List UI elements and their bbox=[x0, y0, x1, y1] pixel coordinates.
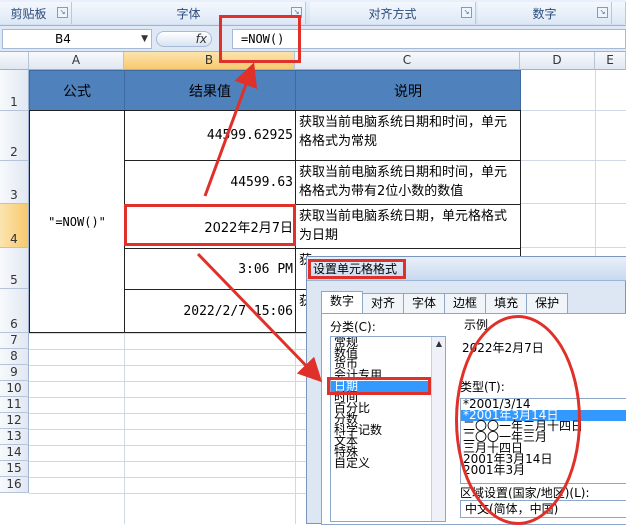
tab-number[interactable]: 数字 bbox=[321, 291, 364, 313]
row-header-5[interactable]: 5 bbox=[0, 248, 29, 289]
group-label: 剪贴板 bbox=[10, 6, 47, 21]
header-cell-result[interactable]: 结果值 bbox=[124, 70, 296, 111]
row-header-13[interactable]: 13 bbox=[0, 429, 29, 445]
row-header-3[interactable]: 3 bbox=[0, 161, 29, 204]
description-cell-row4[interactable]: 获取当前电脑系统日期，单元格格式为日期 bbox=[295, 204, 521, 249]
result-cell-row5[interactable]: 3:06 PM bbox=[124, 248, 296, 290]
ribbon-group-alignment[interactable]: 对齐方式 ↘ bbox=[310, 2, 476, 24]
fx-icon: fx bbox=[195, 32, 207, 46]
tab-protection[interactable]: 保护 bbox=[526, 293, 569, 313]
column-header-d[interactable]: D bbox=[520, 52, 595, 70]
row-header-8[interactable]: 8 bbox=[0, 349, 29, 365]
annotation-ellipse-types bbox=[455, 315, 581, 525]
format-cells-dialog: 设置单元格格式 数字 对齐 字体 边框 填充 保护 分类(C): 常规 数值 货… bbox=[306, 256, 626, 525]
row-header-15[interactable]: 15 bbox=[0, 461, 29, 477]
ribbon-group-clipboard[interactable]: 剪贴板 ↘ bbox=[0, 2, 72, 24]
result-cell-row2[interactable]: 44599.62925 bbox=[124, 110, 296, 161]
select-all-corner[interactable] bbox=[0, 52, 29, 70]
result-cell-row6[interactable]: 2022/2/7 15:06 bbox=[124, 289, 296, 333]
row-header-10[interactable]: 10 bbox=[0, 381, 29, 397]
result-cell-row3[interactable]: 44599.63 bbox=[124, 160, 296, 205]
tab-font[interactable]: 字体 bbox=[403, 293, 446, 313]
dialog-tab-strip: 数字 对齐 字体 边框 填充 保护 bbox=[321, 291, 569, 313]
dialog-launcher-icon[interactable]: ↘ bbox=[461, 7, 472, 18]
annotation-box-category bbox=[327, 377, 431, 395]
formula-bar: B4 ▼ fx =NOW() bbox=[0, 26, 626, 52]
name-box[interactable]: B4 ▼ bbox=[2, 29, 152, 49]
column-header-c[interactable]: C bbox=[295, 52, 520, 70]
group-label: 数字 bbox=[532, 6, 557, 21]
row-header-14[interactable]: 14 bbox=[0, 445, 29, 461]
tab-border[interactable]: 边框 bbox=[444, 293, 487, 313]
header-cell-formula[interactable]: 公式 bbox=[29, 70, 125, 111]
annotation-box-formula bbox=[219, 15, 301, 63]
name-box-value: B4 bbox=[55, 32, 71, 46]
category-list[interactable]: 常规 数值 货币 会计专用 日期 时间 百分比 分数 科学记数 文本 特殊 自定… bbox=[330, 336, 446, 522]
insert-function-button[interactable]: fx bbox=[156, 31, 212, 47]
tab-fill[interactable]: 填充 bbox=[485, 293, 528, 313]
annotation-box-active-cell bbox=[124, 204, 296, 246]
annotation-box-dialog-title bbox=[308, 259, 406, 279]
dialog-launcher-icon[interactable]: ↘ bbox=[57, 7, 68, 18]
column-header-a[interactable]: A bbox=[29, 52, 124, 70]
row-header-16[interactable]: 16 bbox=[0, 477, 29, 493]
category-item[interactable]: 自定义 bbox=[331, 457, 445, 469]
row-header-2[interactable]: 2 bbox=[0, 111, 29, 161]
row-header-4[interactable]: 4 bbox=[0, 204, 29, 248]
description-cell-row2[interactable]: 获取当前电脑系统日期和时间，单元格格式为常规 bbox=[295, 110, 521, 161]
row-header-11[interactable]: 11 bbox=[0, 397, 29, 413]
group-label: 字体 bbox=[176, 6, 201, 21]
ribbon-group-number[interactable]: 数字 ↘ bbox=[478, 2, 612, 24]
row-header-9[interactable]: 9 bbox=[0, 365, 29, 381]
dialog-launcher-icon[interactable]: ↘ bbox=[597, 7, 608, 18]
scroll-up-icon[interactable]: ▲ bbox=[432, 337, 445, 351]
category-label: 分类(C): bbox=[330, 320, 376, 334]
chevron-down-icon[interactable]: ▼ bbox=[141, 30, 148, 48]
column-header-e[interactable]: E bbox=[595, 52, 626, 70]
group-label: 对齐方式 bbox=[368, 6, 417, 21]
ribbon-group-partial bbox=[612, 2, 626, 24]
formula-cell-merged[interactable]: "=NOW()" bbox=[29, 110, 125, 333]
formula-cell-text: "=NOW()" bbox=[48, 214, 106, 229]
description-cell-row3[interactable]: 获取当前电脑系统日期和时间，单元格格式为带有2位小数的数值 bbox=[295, 160, 521, 205]
tab-alignment[interactable]: 对齐 bbox=[362, 293, 405, 313]
category-scrollbar[interactable]: ▲ bbox=[431, 337, 445, 521]
header-cell-description[interactable]: 说明 bbox=[295, 70, 521, 111]
row-header-7[interactable]: 7 bbox=[0, 333, 29, 349]
row-header-12[interactable]: 12 bbox=[0, 413, 29, 429]
ribbon-group-strip: 剪贴板 ↘ 字体 ↘ 对齐方式 ↘ 数字 ↘ bbox=[0, 0, 626, 26]
row-header-6[interactable]: 6 bbox=[0, 289, 29, 333]
row-header-1[interactable]: 1 bbox=[0, 70, 29, 111]
